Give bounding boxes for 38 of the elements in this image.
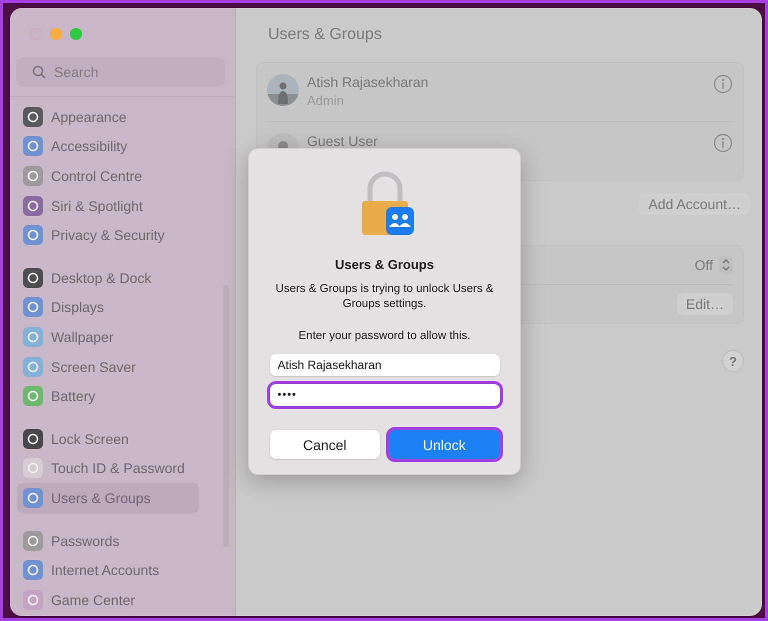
sidebar-item[interactable]: Accessibility (17, 132, 199, 162)
dialog-message: Users & Groups is trying to unlock Users & Groups settings. (274, 282, 494, 311)
search-icon (32, 65, 46, 79)
sidebar-item[interactable]: Lock Screen (17, 424, 199, 454)
stepper-icon (719, 256, 733, 274)
username-field[interactable]: Atish Rajasekharan (270, 354, 500, 376)
unlock-button[interactable]: Unlock (389, 430, 500, 459)
sidebar-item[interactable]: Passwords (17, 526, 199, 556)
sidebar-item[interactable]: Siri & Spotlight (17, 190, 199, 220)
sidebar-item[interactable]: Privacy & Security (17, 220, 199, 250)
popup-menu[interactable]: Off (694, 256, 733, 274)
sidebar-item[interactable]: Displays (17, 292, 199, 322)
dialog-title: Users & Groups (335, 257, 434, 272)
close-button[interactable] (30, 28, 42, 40)
edit-button[interactable]: Edit… (676, 293, 733, 315)
cancel-button[interactable]: Cancel (270, 430, 380, 459)
sidebar-item[interactable]: Internet Accounts (17, 555, 199, 585)
account-name: Guest User (307, 133, 379, 149)
sidebar-item[interactable]: Appearance (17, 102, 199, 132)
sidebar-item[interactable]: Wallpaper (17, 322, 199, 352)
page-title: Users & Groups (268, 26, 383, 45)
sidebar-item[interactable]: Game Center (17, 584, 199, 614)
sidebar-item[interactable]: Control Centre (17, 161, 199, 191)
sidebar-item[interactable]: Battery (17, 381, 199, 411)
password-field[interactable]: •••• (270, 384, 500, 406)
info-icon (713, 133, 733, 153)
dialog-prompt: Enter your password to allow this. (298, 330, 470, 342)
sidebar-item[interactable]: Screen Saver (17, 352, 199, 382)
minimize-button[interactable] (50, 28, 62, 40)
account-name: Atish Rajasekharan (307, 74, 430, 90)
sidebar-item[interactable]: Touch ID & Password (17, 454, 199, 484)
info-icon (713, 74, 733, 94)
sidebar-item[interactable]: Users & Groups (17, 483, 199, 513)
help-button[interactable]: ? (722, 350, 744, 372)
add-account-button[interactable]: Add Account… (639, 193, 750, 215)
sidebar-item[interactable]: Desktop & Dock (17, 262, 199, 293)
zoom-button[interactable] (70, 28, 82, 40)
search-field[interactable]: Search (16, 57, 225, 87)
